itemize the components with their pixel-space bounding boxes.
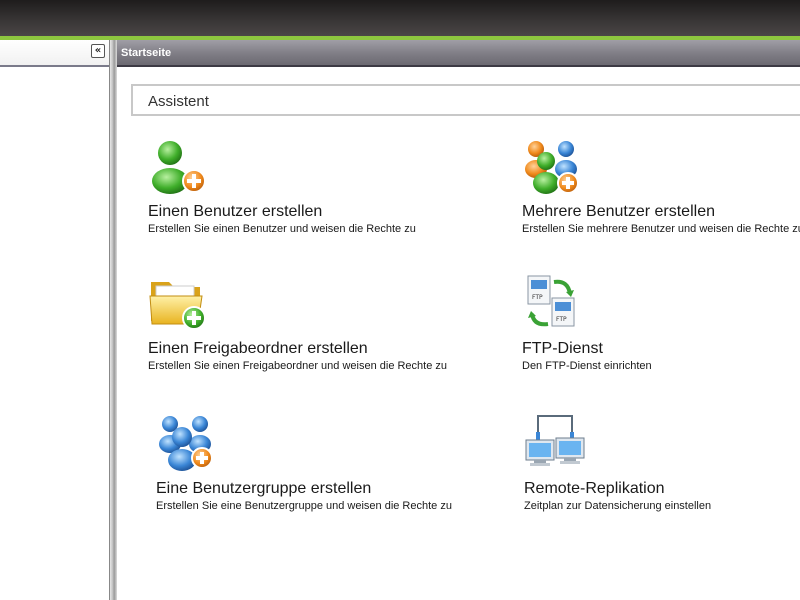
top-banner	[0, 0, 800, 36]
item-title: Einen Benutzer erstellen	[148, 203, 323, 220]
item-title: Mehrere Benutzer erstellen	[522, 203, 715, 220]
collapse-sidebar-button[interactable]: «	[91, 44, 105, 58]
item-description: Erstellen Sie eine Benutzergruppe und we…	[156, 500, 452, 512]
add-multiple-users-icon	[525, 141, 579, 194]
tab-startseite[interactable]: Startseite	[121, 47, 171, 59]
main-content: Assistent Einen Benutzer erstellen Erste…	[117, 67, 800, 600]
item-title: FTP-Dienst	[522, 340, 603, 357]
svg-text:FTP: FTP	[556, 316, 567, 323]
add-user-group-icon	[159, 416, 213, 471]
ftp-icon: FTP FTP	[527, 275, 575, 327]
section-header: Assistent	[131, 84, 800, 116]
add-shared-folder-icon	[149, 282, 206, 330]
item-title: Einen Freigabeordner erstellen	[148, 340, 368, 357]
item-description: Zeitplan zur Datensicherung einstellen	[524, 500, 712, 512]
item-description: Erstellen Sie einen Benutzer und weisen …	[148, 223, 416, 235]
svg-text:FTP: FTP	[532, 294, 543, 301]
item-title: Remote-Replikation	[524, 480, 665, 497]
add-user-icon	[152, 141, 206, 194]
section-title: Assistent	[148, 93, 209, 110]
remote-replication-icon	[525, 415, 585, 466]
item-description: Erstellen Sie einen Freigabeordner und w…	[148, 360, 448, 372]
double-chevron-left-icon: «	[94, 45, 102, 56]
item-description: Erstellen Sie mehrere Benutzer und weise…	[522, 223, 800, 235]
sidebar-panel	[0, 67, 109, 600]
item-title: Eine Benutzergruppe erstellen	[156, 480, 372, 497]
panel-splitter[interactable]	[109, 40, 117, 600]
tab-bar: Startseite	[117, 40, 800, 67]
item-description: Den FTP-Dienst einrichten	[522, 360, 652, 372]
